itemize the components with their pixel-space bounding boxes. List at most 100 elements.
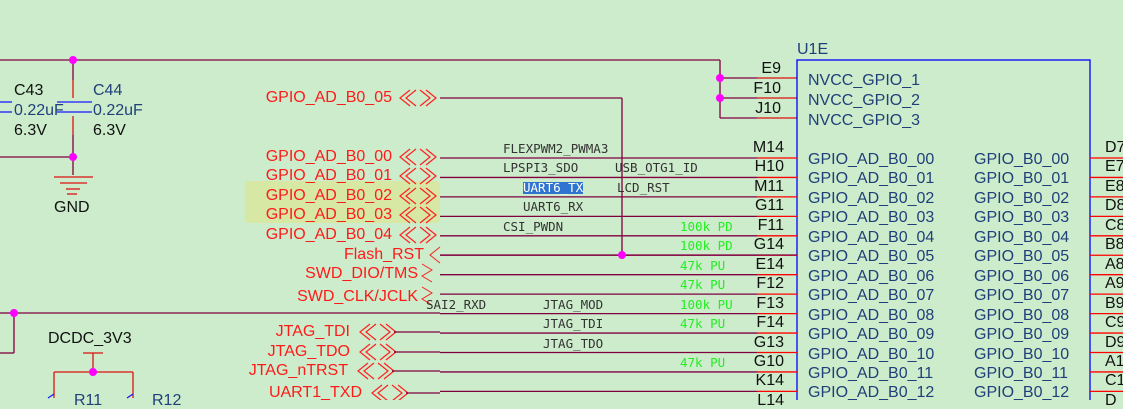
pin-name: GPIO_B0_00 — [974, 151, 1070, 168]
pin-number: D — [1105, 391, 1117, 409]
port-chevron-icon — [399, 167, 437, 185]
r11-label: R11 — [74, 392, 103, 409]
pull-resistor-label: 100k PU — [680, 296, 733, 312]
net-label-swd-dio[interactable]: SWD_DIO/TMS — [305, 266, 418, 282]
alt-function-label: LCD_RST — [617, 179, 670, 195]
c43-ref: C43 — [14, 82, 44, 99]
pin-name: GPIO_AD_B0_12 — [808, 384, 935, 402]
net-label-b0-00[interactable]: GPIO_AD_B0_00 — [266, 149, 392, 165]
alt-function-label[interactable]: UART6_TX — [523, 181, 584, 195]
pin-number: E14 — [755, 255, 784, 273]
pull-resistor-label: 47k PU — [680, 257, 726, 273]
pin-name: GPIO_AD_B0_04 — [808, 228, 935, 246]
pull-resistor-label: 47k PU — [680, 316, 726, 332]
pin-number: M14 — [752, 139, 784, 156]
pin-number: K14 — [755, 372, 784, 390]
pin-name: GPIO_B0_06 — [974, 267, 1070, 285]
pin-number: F13 — [756, 294, 784, 312]
junction-dot — [716, 74, 724, 82]
alt-function-label: JTAG_TDO — [543, 335, 604, 351]
pin-number: J10 — [755, 100, 781, 117]
net-label-b0-03[interactable]: GPIO_AD_B0_03 — [266, 207, 392, 223]
pin-name: GPIO_AD_B0_08 — [808, 306, 935, 324]
net-label-swd-clk[interactable]: SWD_CLK/JCLK — [297, 289, 418, 305]
junction-dot — [10, 309, 18, 317]
alt-function-label: SAI2_RXD — [426, 296, 487, 312]
pin-name: GPIO_AD_B0_11 — [808, 364, 934, 382]
c44-voltage: 6.3V — [93, 122, 126, 139]
pin-name: GPIO_AD_B0_02 — [808, 189, 935, 207]
port-chevron-icon — [357, 362, 395, 380]
pin-number: M11 — [754, 177, 784, 195]
pull-resistor-label: 47k PU — [680, 277, 726, 293]
pin-name: GPIO_AD_B0_06 — [808, 267, 935, 285]
junction-dot — [618, 251, 626, 259]
net-label-b0-01[interactable]: GPIO_AD_B0_01 — [266, 168, 392, 184]
net-label-jtag-ntrst[interactable]: JTAG_nTRST — [249, 363, 348, 379]
alt-function-label: CSI_PWDN — [503, 218, 564, 234]
port-chevron-icon — [399, 206, 437, 224]
pin-name: GPIO_B0_12 — [974, 384, 1070, 402]
pin-number: G11 — [754, 197, 784, 215]
port-chevron-icon — [399, 148, 437, 166]
pin-number: C8 — [1105, 216, 1123, 234]
junction-dot — [69, 56, 77, 64]
pin-number: A1 — [1105, 352, 1123, 370]
port-chevron-icon — [359, 323, 397, 341]
pull-resistor-label: 100k PD — [680, 218, 733, 234]
dcdc-label: DCDC_3V3 — [48, 330, 132, 347]
pin-name: GPIO_B0_09 — [974, 326, 1070, 344]
pin-name: GPIO_B0_04 — [974, 228, 1070, 246]
alt-function-label: USB_OTG1_ID — [615, 160, 698, 176]
alt-function-label: UART6_RX — [523, 199, 584, 215]
net-label-flash-rst[interactable]: Flash_RST — [344, 247, 424, 263]
pin-number: G14 — [753, 236, 784, 254]
pin-number: F11 — [757, 216, 784, 234]
junction-dot — [716, 94, 724, 102]
pin-name: GPIO_AD_B0_00 — [808, 151, 935, 168]
port-chevron-icon — [429, 246, 441, 264]
pin-name: GPIO_B0_11 — [974, 364, 1068, 382]
c44-value: 0.22uF — [93, 102, 143, 119]
pin-number: B8 — [1105, 236, 1123, 254]
gnd-label: GND — [54, 199, 90, 216]
net-label-b0-02[interactable]: GPIO_AD_B0_02 — [266, 188, 392, 204]
pin-name: NVCC_GPIO_3 — [808, 112, 921, 129]
pin-name: GPIO_AD_B0_10 — [808, 345, 935, 363]
junction-dot — [89, 368, 97, 376]
pin-name: GPIO_B0_08 — [974, 306, 1070, 324]
pin-name: GPIO_B0_02 — [974, 189, 1070, 207]
pin-number: H10 — [754, 158, 784, 176]
pin-name: NVCC_GPIO_1 — [808, 72, 921, 89]
port-chevron-icon — [399, 187, 437, 205]
port-chevron-icon — [399, 226, 437, 244]
net-label-b0-05[interactable]: GPIO_AD_B0_05 — [266, 90, 392, 106]
pin-name: GPIO_AD_B0_09 — [808, 326, 935, 344]
pin-name: GPIO_B0_07 — [974, 287, 1070, 305]
pin-name: GPIO_B0_05 — [974, 248, 1070, 266]
net-label-b0-04[interactable]: GPIO_AD_B0_04 — [266, 227, 392, 243]
pin-number: F14 — [756, 314, 784, 332]
pin-number: A9 — [1105, 275, 1123, 293]
pin-number: C1 — [1105, 372, 1123, 390]
pin-name: GPIO_AD_B0_03 — [808, 209, 935, 227]
r12-label: R12 — [152, 392, 182, 409]
pin-number: C9 — [1105, 314, 1123, 332]
pin-number: F10 — [753, 80, 781, 97]
pin-number: D7 — [1105, 139, 1123, 156]
net-label-uart1-txd[interactable]: UART1_TXD — [269, 385, 362, 401]
port-chevron-icon — [371, 384, 409, 400]
pin-name: GPIO_AD_B0_07 — [808, 287, 935, 305]
port-chevron-icon — [421, 263, 433, 283]
alt-function-label: JTAG_TDI — [543, 316, 604, 332]
pin-name: GPIO_AD_B0_01 — [808, 170, 935, 188]
pin-number: F12 — [756, 275, 784, 293]
pin-name: GPIO_B0_03 — [974, 209, 1070, 227]
alt-function-label: LPSPI3_SDO — [503, 160, 579, 176]
pin-name: GPIO_B0_01 — [974, 170, 1070, 188]
pin-number: A8 — [1105, 255, 1123, 273]
pin-number: D8 — [1105, 197, 1123, 215]
pin-number: E9 — [761, 60, 781, 77]
net-label-jtag-tdi[interactable]: JTAG_TDI — [276, 324, 350, 340]
net-label-jtag-tdo[interactable]: JTAG_TDO — [268, 344, 350, 360]
